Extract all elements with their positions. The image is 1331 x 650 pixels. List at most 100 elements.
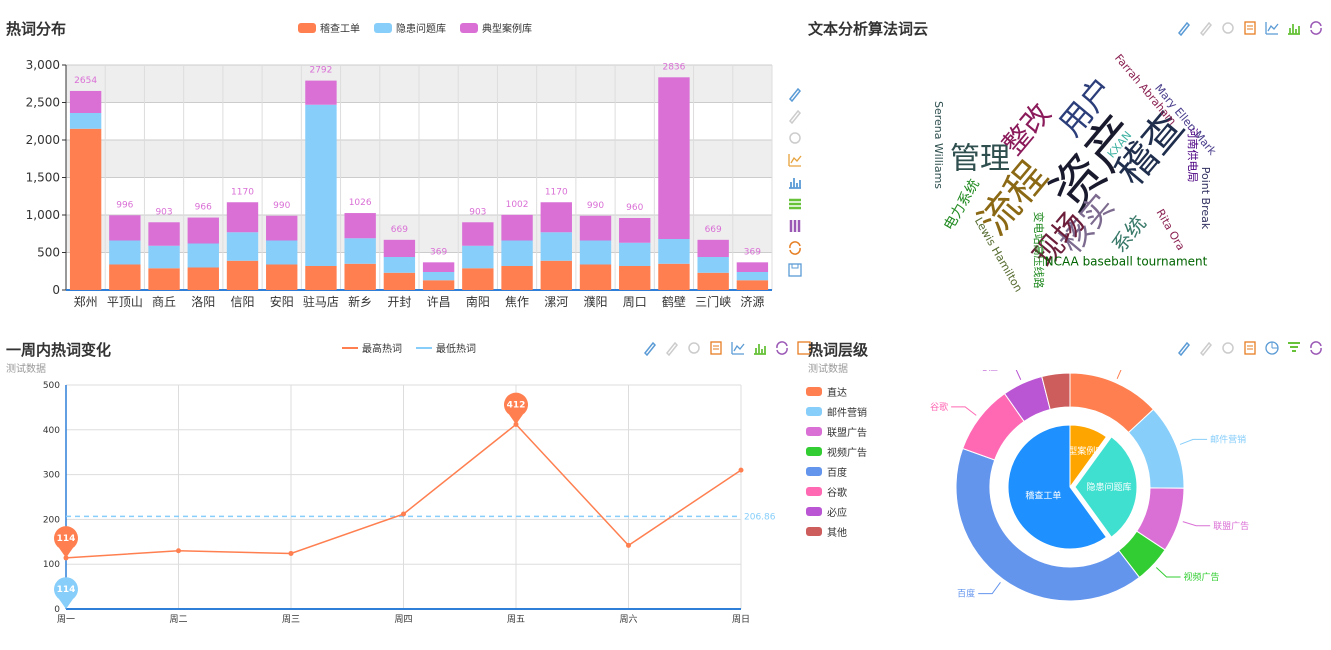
- bar-1: [109, 240, 141, 265]
- mark-icon[interactable]: [787, 86, 803, 102]
- outer-leader: [1116, 370, 1122, 380]
- line-chart-icon[interactable]: [730, 340, 746, 356]
- legend-swatch: [374, 22, 392, 33]
- bar-0: [697, 272, 729, 290]
- pin-label: 114: [57, 534, 76, 544]
- bar-chart-icon[interactable]: [752, 340, 768, 356]
- pie-icon[interactable]: [1264, 340, 1280, 356]
- data-view-icon[interactable]: [708, 340, 724, 356]
- word: NCAA baseball tournament: [1045, 255, 1208, 269]
- bar-chart-icon[interactable]: [1286, 20, 1302, 36]
- data-view-icon[interactable]: [1242, 340, 1258, 356]
- bar-2: [462, 222, 494, 246]
- legend-swatch: [806, 507, 822, 516]
- legend-swatch: [460, 22, 478, 33]
- week-legend: 最高热词 最低热词: [342, 340, 476, 355]
- bar-0: [619, 266, 651, 290]
- x-tick-label: 洛阳: [191, 294, 215, 309]
- restore-icon[interactable]: [787, 240, 803, 256]
- restore-icon[interactable]: [774, 340, 790, 356]
- mark-clear-icon[interactable]: [1220, 340, 1236, 356]
- legend-item: 稽查工单: [298, 20, 360, 35]
- bar-1: [383, 257, 416, 273]
- x-tick-label: 周五: [507, 614, 525, 625]
- funnel-icon[interactable]: [1286, 340, 1302, 356]
- legend-label: 直达: [827, 388, 847, 399]
- word-cloud: 资产稽查流程用户核实管理现场整改系统电力系统Farrah AbrahamMary…: [932, 52, 1219, 295]
- mark-icon[interactable]: [1176, 20, 1192, 36]
- bar-total-label: 2654: [74, 76, 97, 86]
- bar-1: [69, 113, 102, 129]
- bar-0: [540, 260, 572, 290]
- word: 管理: [950, 142, 1010, 177]
- legend-swatch: [806, 487, 822, 496]
- bar-0: [383, 272, 416, 290]
- outer-leader: [951, 406, 977, 416]
- bar-total-label: 669: [391, 225, 408, 235]
- series-point: [401, 511, 406, 517]
- legend-item: 视频广告: [806, 444, 867, 459]
- pin-label: 412: [507, 400, 526, 410]
- line-chart-icon[interactable]: [787, 152, 803, 168]
- legend-swatch: [416, 346, 432, 349]
- restore-icon[interactable]: [1308, 20, 1324, 36]
- bar-0: [226, 260, 259, 290]
- start-pin: 114: [53, 526, 78, 558]
- legend-label: 必应: [827, 508, 847, 519]
- mark-undo-icon[interactable]: [787, 108, 803, 124]
- level-subtitle: 测试数据: [808, 364, 848, 375]
- mark-clear-icon[interactable]: [1220, 20, 1236, 36]
- legend-swatch: [806, 527, 822, 536]
- data-view-icon[interactable]: [1242, 20, 1258, 36]
- stack-icon[interactable]: [787, 196, 803, 212]
- y-tick-label: 500: [43, 381, 60, 391]
- y-tick-label: 2,500: [26, 96, 60, 110]
- bar-1: [736, 272, 769, 281]
- legend-item: 联盟广告: [806, 424, 867, 439]
- inner-label: 稽查工单: [1025, 490, 1061, 502]
- y-tick-label: 3,000: [26, 58, 60, 72]
- y-tick-label: 2,000: [26, 133, 60, 147]
- mark-clear-icon[interactable]: [686, 340, 702, 356]
- y-tick-label: 500: [37, 246, 60, 260]
- mark-icon[interactable]: [642, 340, 658, 356]
- bar-chart-icon[interactable]: [787, 174, 803, 190]
- outer-leader: [1015, 370, 1022, 380]
- legend-label: 最高热词: [362, 344, 402, 355]
- mark-undo-icon[interactable]: [1198, 340, 1214, 356]
- legend-label: 最低热词: [436, 344, 476, 355]
- bar-total-label: 990: [273, 201, 290, 211]
- outer-label: 谷歌: [930, 401, 948, 413]
- x-tick-label: 周三: [282, 614, 300, 625]
- legend-label: 典型案例库: [482, 24, 532, 35]
- mark-undo-icon[interactable]: [1198, 20, 1214, 36]
- tiled-icon[interactable]: [787, 218, 803, 234]
- bar-2: [344, 213, 376, 239]
- restore-icon[interactable]: [1308, 340, 1324, 356]
- line-chart-icon[interactable]: [1264, 20, 1280, 36]
- bar-2: [540, 202, 572, 233]
- legend-label: 联盟广告: [827, 428, 867, 439]
- y-tick-label: 1,500: [26, 171, 60, 185]
- bar-1: [305, 104, 337, 266]
- legend-swatch: [806, 407, 822, 416]
- bar-2: [619, 218, 651, 243]
- y-tick-label: 300: [43, 471, 60, 481]
- y-tick-label: 1,000: [26, 208, 60, 222]
- save-image-icon[interactable]: [787, 262, 803, 278]
- outer-leader: [1155, 567, 1181, 578]
- mark-clear-icon[interactable]: [787, 130, 803, 146]
- bar-total-label: 2792: [309, 66, 332, 76]
- word: Rita Ora: [1154, 207, 1188, 253]
- mark-undo-icon[interactable]: [664, 340, 680, 356]
- x-tick-label: 信阳: [230, 295, 254, 309]
- outer-leader: [978, 582, 1001, 595]
- x-tick-label: 南阳: [466, 294, 490, 309]
- mark-icon[interactable]: [1176, 340, 1192, 356]
- inner-label: 隐患问题库: [1086, 481, 1131, 493]
- bar-0: [658, 263, 690, 290]
- week-title: 一周内热词变化: [6, 341, 112, 359]
- x-tick-label: 开封: [387, 295, 411, 309]
- legend-label: 谷歌: [827, 488, 847, 499]
- bar-2: [266, 215, 298, 241]
